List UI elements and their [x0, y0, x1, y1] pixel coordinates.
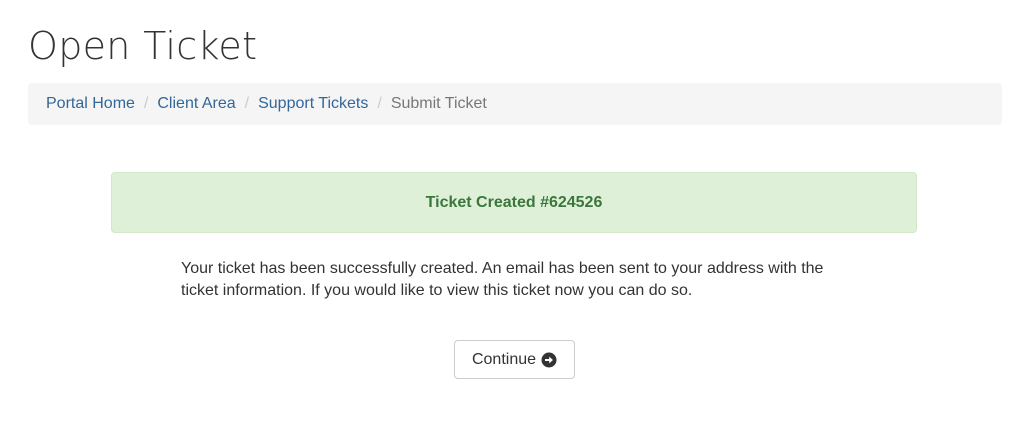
continue-button[interactable]: Continue: [454, 340, 575, 379]
breadcrumb-separator: /: [244, 95, 250, 112]
breadcrumb: Portal Home / Client Area / Support Tick…: [28, 83, 1002, 125]
ticket-created-alert: Ticket Created #624526: [111, 172, 917, 233]
breadcrumb-separator: /: [377, 95, 382, 112]
continue-button-label: Continue: [471, 350, 537, 368]
confirmation-message: Your ticket has been successfully create…: [181, 260, 824, 299]
breadcrumb-item-support-tickets[interactable]: Support Tickets: [258, 95, 368, 113]
breadcrumb-item-submit-ticket: Submit Ticket: [390, 95, 487, 112]
breadcrumb-item-client-area[interactable]: Client Area: [157, 95, 235, 113]
breadcrumb-separator: /: [143, 95, 149, 112]
breadcrumb-item-portal-home[interactable]: Portal Home: [46, 95, 135, 113]
ticket-created-text: Ticket Created #624526: [425, 193, 603, 211]
page-title: Open Ticket: [28, 24, 258, 68]
arrow-circle-right-icon: [541, 352, 557, 368]
